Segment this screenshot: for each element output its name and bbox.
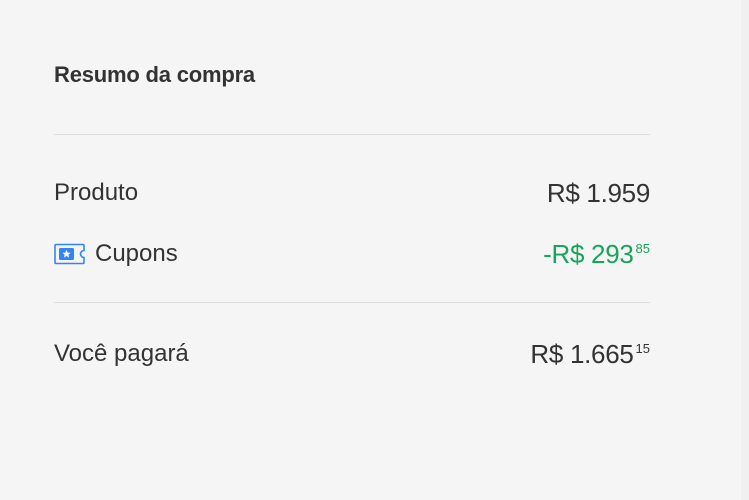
product-amount-value: R$ 1.959: [546, 177, 650, 208]
coupons-row: Cupons -R$ 293 85: [54, 237, 650, 271]
product-amount: R$ 1.959: [547, 178, 650, 209]
coupons-label: Cupons: [54, 240, 178, 268]
divider-top: [54, 134, 650, 135]
total-row: Você pagará R$ 1.665 15: [54, 337, 650, 371]
scroll-edge: [741, 0, 749, 500]
total-label-text: Você pagará: [54, 340, 189, 367]
product-label-text: Produto: [54, 179, 139, 206]
total-amount: R$ 1.665 15: [530, 339, 650, 370]
total-amount-cents: 15: [635, 340, 650, 356]
total-label: Você pagará: [54, 340, 189, 368]
product-label: Produto: [54, 179, 138, 207]
coupon-ticket-icon: [54, 243, 85, 265]
total-amount-value: R$ 1.665: [530, 338, 634, 369]
divider-bottom: [54, 302, 650, 303]
coupons-amount-cents: 85: [635, 240, 650, 256]
coupons-amount: -R$ 293 85: [543, 239, 650, 270]
coupons-label-text: Cupons: [95, 240, 178, 267]
summary-title: Resumo da compra: [54, 62, 255, 87]
coupons-amount-value: -R$ 293: [543, 238, 634, 269]
product-row: Produto R$ 1.959: [54, 176, 650, 210]
